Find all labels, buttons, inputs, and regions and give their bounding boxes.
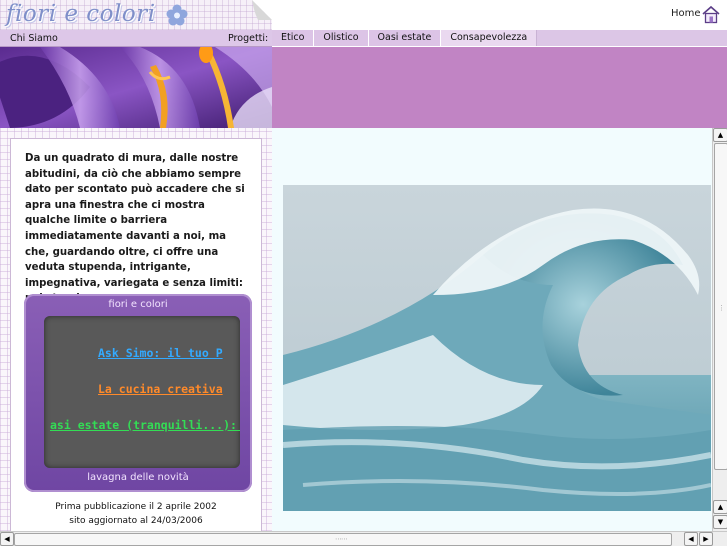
arrow-down-icon[interactable]: ▼ (713, 515, 727, 529)
first-publication: Prima pubblicazione il 2 aprile 2002 (55, 502, 217, 512)
menu-item-etico[interactable]: Etico (272, 30, 315, 46)
sidebar-panel: Da un quadrato di mura, dalle nostre abi… (10, 138, 262, 540)
horizontal-scroll-thumb[interactable]: ⋯⋯ (14, 533, 672, 546)
logo-bar: fiori e colori (0, 0, 272, 30)
home-link[interactable]: Home (671, 8, 701, 19)
flower-icon (166, 4, 188, 26)
menu-left: Chi Siamo Progetti: (0, 30, 272, 47)
news-screen: Ask Simo: il tuo P La cucina creativa as… (44, 316, 240, 468)
arrow-right-icon[interactable]: ▶ (699, 532, 713, 546)
last-update: sito aggiornato al 24/03/2006 (69, 516, 203, 526)
menu-bar: Chi Siamo Progetti: Etico Olistico Oasi … (0, 30, 727, 47)
menu-progetti-label: Progetti: (228, 33, 269, 44)
arrow-left-icon[interactable]: ◀ (684, 532, 698, 546)
site-logo[interactable]: fiori e colori (6, 1, 156, 27)
project-menu: Etico Olistico Oasi estate Consapevolezz… (272, 30, 538, 46)
vertical-scroll-thumb[interactable]: ⋮⋮ (714, 143, 727, 470)
grip-icon: ⋮⋮ (718, 304, 727, 312)
page-curl-decoration (252, 0, 272, 20)
arrow-up-icon[interactable]: ▲ (713, 128, 727, 142)
home-icon[interactable] (701, 5, 721, 24)
intro-text: Da un quadrato di mura, dalle nostre abi… (25, 153, 245, 304)
arrow-left-icon[interactable]: ◀ (0, 532, 14, 546)
news-board: fiori e colori Ask Simo: il tuo P La cuc… (24, 294, 252, 492)
news-link-cucina-creativa[interactable]: La cucina creativa (98, 382, 223, 396)
sidebar: Da un quadrato di mura, dalle nostre abi… (0, 128, 272, 540)
banner-purple-strip (272, 47, 727, 128)
news-board-title: fiori e colori (108, 299, 168, 310)
news-board-footer: lavagna delle novità (87, 472, 189, 483)
main-content (272, 128, 712, 531)
grip-icon: ⋯⋯ (335, 535, 348, 543)
menu-item-oasi-estate[interactable]: Oasi estate (368, 30, 442, 46)
vertical-scrollbar[interactable]: ▲ ⋮⋮ ▲ ▼ (712, 128, 727, 531)
menu-chi-siamo[interactable]: Chi Siamo (10, 33, 58, 44)
menu-item-olistico[interactable]: Olistico (314, 30, 369, 46)
horizontal-scrollbar[interactable]: ◀ ⋯⋯ ◀ ▶ (0, 531, 727, 546)
news-link-ask-simo[interactable]: Ask Simo: il tuo P (98, 346, 223, 360)
arrow-up-icon[interactable]: ▲ (713, 500, 727, 514)
banner-flower-image (0, 47, 272, 128)
menu-item-consapevolezza[interactable]: Consapevolezza (441, 30, 538, 46)
news-link-oasi-estate[interactable]: asi estate (tranquilli...): v (50, 418, 240, 432)
wave-image (283, 185, 711, 511)
